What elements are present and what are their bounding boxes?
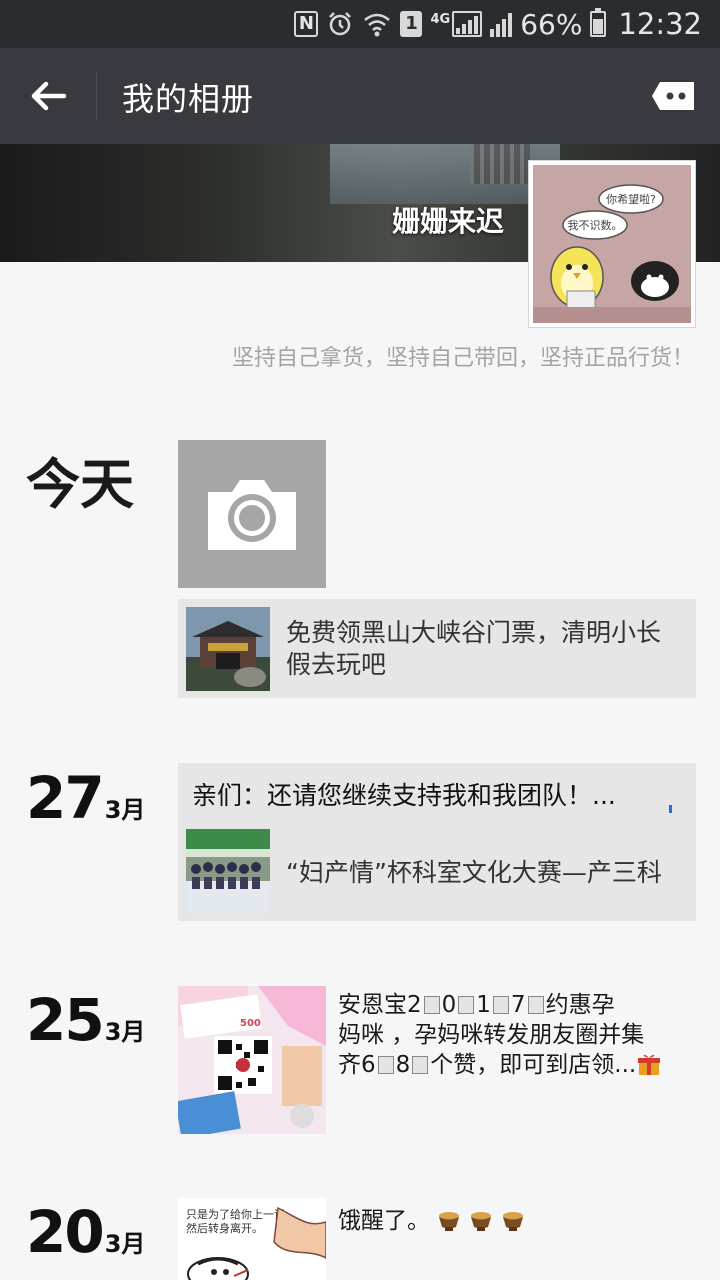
text-segment: 饿醒了。 — [338, 1208, 430, 1234]
share-thumbnail — [186, 607, 270, 691]
text-segment: 7 — [510, 992, 526, 1018]
date-month: 3月 — [104, 1018, 146, 1046]
camera-icon — [208, 480, 296, 550]
title-divider — [96, 72, 97, 120]
post-text: 亲们：还请您继续支持我和我团队！... — [192, 781, 616, 810]
back-arrow-icon[interactable] — [24, 72, 72, 120]
share-title: “妇产情”杯科室文化大赛—产三科 — [286, 858, 662, 887]
share-thumbnail — [186, 829, 270, 913]
date-label: 253月 — [26, 986, 145, 1054]
post-text: 安恩宝2 0 1 7 约惠孕 妈咪 ，孕妈咪转发朋友圈并集 齐6 8 个赞，即可到店领... — [338, 990, 698, 1080]
avatar-image: 你希望啦? 我不识数。 — [533, 165, 691, 323]
date-today: 今天 — [26, 453, 134, 516]
svg-text:你希望啦?: 你希望啦? — [606, 192, 656, 206]
date-label: 273月 — [26, 764, 145, 832]
missing-glyph — [423, 996, 440, 1014]
date-month: 3月 — [104, 1230, 146, 1258]
title-bar: 我的相册 — [0, 48, 720, 144]
rice-bowl-icon — [471, 1212, 492, 1231]
text-segment: 1 — [476, 992, 491, 1018]
share-title: 免费领黑山大峡谷门票，清明小长假去玩吧 — [286, 618, 662, 679]
date-day: 25 — [26, 986, 105, 1054]
signature: 坚持自己拿货，坚持自己带回，坚持正品行货！ — [231, 346, 694, 371]
missing-glyph — [412, 1056, 429, 1074]
post-card[interactable]: 亲们：还请您继续支持我和我团队！... “妇产情”杯科室文化大赛—产三科 — [178, 763, 696, 921]
text-segment: 齐6 — [338, 1052, 376, 1078]
status-bar: N 1 4G 66% 12:32 — [0, 0, 720, 48]
sim-icon: 1 — [400, 11, 423, 37]
battery-icon — [590, 8, 607, 37]
date-month: 3月 — [104, 796, 146, 824]
text-segment: 约惠孕 — [545, 992, 615, 1018]
missing-glyph — [492, 996, 509, 1014]
status-icons: N 1 4G 66% 12:32 — [294, 6, 702, 42]
scroll-indicator — [669, 805, 672, 813]
text-segment: 安恩宝2 — [338, 992, 422, 1018]
clock: 12:32 — [618, 7, 702, 41]
cover-wall — [470, 144, 530, 184]
missing-glyph — [377, 1056, 394, 1074]
missing-glyph — [527, 996, 544, 1014]
battery-percent: 66% — [520, 7, 583, 41]
avatar-illustration: 你希望啦? 我不识数。 — [533, 165, 691, 323]
text-segment: 妈咪 ，孕妈咪转发朋友圈并集 — [338, 1022, 645, 1048]
text-segment: 0 — [441, 992, 457, 1018]
text-segment: 个赞，即可到店领... — [430, 1052, 637, 1078]
text-segment: 8 — [395, 1052, 411, 1078]
svg-text:然后转身离开。: 然后转身离开。 — [186, 1221, 263, 1235]
avatar[interactable]: 你希望啦? 我不识数。 — [528, 160, 696, 328]
wifi-icon — [364, 13, 391, 37]
post-photo[interactable]: 500 — [178, 986, 326, 1134]
signal-strength-icon — [452, 11, 483, 37]
signal-strength-icon-2 — [490, 11, 513, 37]
post-photo-button[interactable] — [178, 440, 326, 588]
gift-icon — [638, 1054, 661, 1075]
alarm-icon — [329, 12, 352, 36]
post-photo[interactable]: 只是为了给你上一课， 然后转身离开。 — [178, 1198, 326, 1280]
rice-bowl-icon — [503, 1212, 524, 1231]
missing-glyph — [458, 996, 475, 1014]
nickname: 姗姗来迟 — [391, 205, 504, 238]
date-day: 20 — [26, 1198, 105, 1266]
rice-bowl-icon — [439, 1212, 460, 1231]
svg-text:我不识数。: 我不识数。 — [568, 219, 623, 232]
message-icon[interactable] — [650, 80, 696, 112]
post-text: 饿醒了。 — [338, 1206, 698, 1236]
page-title: 我的相册 — [122, 80, 255, 118]
date-day: 27 — [26, 764, 105, 832]
network-type: 4G — [430, 11, 451, 27]
nfc-icon: N — [294, 11, 319, 37]
date-label: 203月 — [26, 1198, 145, 1266]
svg-text:500: 500 — [240, 1018, 261, 1029]
shared-link-card[interactable]: 免费领黑山大峡谷门票，清明小长假去玩吧 — [178, 599, 696, 698]
